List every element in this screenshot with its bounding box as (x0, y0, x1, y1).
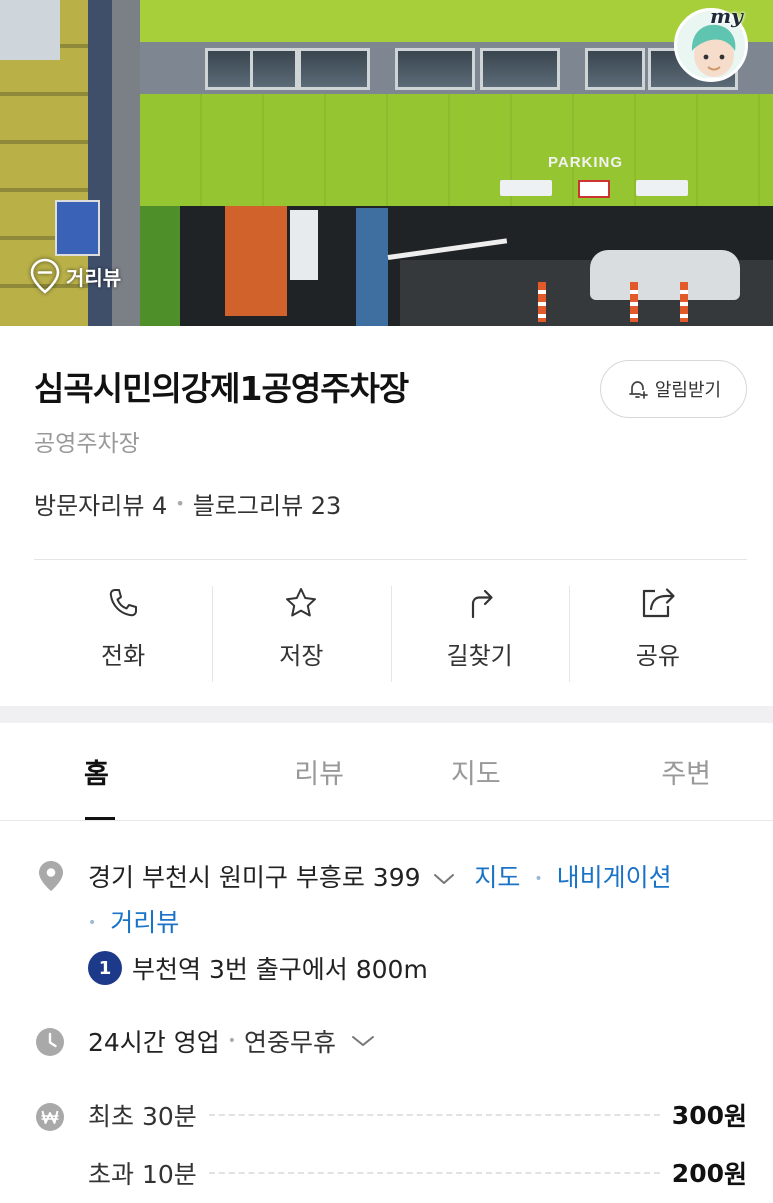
subway-info: 1 부천역 3번 출구에서 800m (88, 950, 428, 986)
phone-icon (109, 589, 138, 617)
photo-window (298, 48, 370, 90)
photo-window (205, 48, 253, 90)
roadview-label: 거리뷰 (66, 265, 122, 290)
directions-button[interactable]: 길찾기 (390, 586, 569, 682)
star-icon (286, 588, 317, 617)
chevron-down-icon[interactable] (432, 871, 456, 887)
photo-window (250, 48, 298, 90)
chevron-down-icon[interactable] (350, 1033, 376, 1049)
photo-window (395, 48, 475, 90)
link-separator: • (534, 870, 543, 887)
fee-row: 초과 10분 200 원 (88, 1155, 747, 1191)
fee-price: 200 (671, 1158, 724, 1188)
photo-sky (0, 0, 60, 60)
review-separator: • (175, 494, 185, 513)
section-divider (34, 559, 747, 560)
blog-reviews-link[interactable]: 블로그리뷰 23 (193, 486, 342, 521)
photo-cone (630, 282, 638, 322)
won-icon (36, 1103, 64, 1131)
address-text: 경기 부천시 원미구 부흥로 399 (88, 863, 421, 892)
place-category: 공영주차장 (34, 431, 140, 457)
fee-price: 300 (671, 1100, 724, 1130)
roadview-link[interactable]: 거리뷰 (110, 908, 179, 937)
link-separator: • (88, 915, 97, 931)
location-pin-icon (39, 861, 63, 891)
save-button[interactable]: 저장 (212, 586, 390, 682)
navigation-link[interactable]: 내비게이션 (557, 863, 672, 892)
fee-unit: 원 (723, 1160, 747, 1189)
review-summary: 방문자리뷰 4 • 블로그리뷰 23 (34, 486, 341, 521)
place-title: 심곡시민의강제1공영주차장 (34, 369, 409, 408)
tab-home[interactable]: 홈 (0, 723, 241, 820)
fee-dotted-leader (208, 1114, 660, 1116)
photo-window (480, 48, 560, 90)
photo-sign-entrance (500, 180, 552, 196)
visitor-reviews-link[interactable]: 방문자리뷰 4 (34, 486, 167, 521)
hours-text: 24시간 영업 (88, 1028, 220, 1057)
fee-unit: 원 (723, 1102, 747, 1131)
photo-window (585, 48, 645, 90)
directions-label: 길찾기 (446, 642, 513, 670)
fee-dotted-leader (208, 1172, 660, 1174)
photo-door-panel (290, 210, 318, 280)
holiday-text: 연중무휴 (244, 1028, 337, 1057)
save-label: 저장 (279, 642, 324, 670)
photo-ticket-pillar (356, 208, 388, 326)
photo-sign-exit (636, 180, 688, 196)
photo-parking-sign: PARKING (548, 154, 624, 171)
share-icon (642, 588, 675, 618)
photo-cone (538, 282, 546, 322)
roadview-pin-icon (30, 258, 60, 294)
subway-line-badge: 1 (88, 951, 122, 985)
tab-reviews[interactable]: 리뷰 (241, 723, 398, 820)
fee-row: 최초 30분 300 원 (88, 1097, 747, 1133)
section-gap (0, 706, 773, 723)
photo-cone (680, 282, 688, 322)
action-bar: 전화 저장 길찾기 공유 (34, 586, 747, 682)
call-label: 전화 (101, 642, 146, 670)
photo-height-sign (578, 180, 610, 198)
tab-bar: 홈 리뷰 지도 주변 (0, 723, 773, 821)
directions-icon (471, 589, 493, 619)
clock-icon (36, 1028, 64, 1056)
alarm-button-label: 알림받기 (654, 380, 722, 401)
street-photo[interactable]: PARKING 거리뷰 my (0, 0, 773, 326)
fee-label: 최초 30분 (88, 1102, 197, 1131)
photo-gate (140, 206, 180, 326)
tab-nearby[interactable]: 주변 (554, 723, 773, 820)
roadview-button[interactable]: 거리뷰 (30, 258, 121, 294)
photo-poster (55, 200, 100, 256)
share-button[interactable]: 공유 (568, 586, 747, 682)
hours-row[interactable]: 24시간 영업 • 연중무휴 (88, 1023, 376, 1059)
alarm-button[interactable]: 알림받기 (600, 360, 747, 418)
hours-separator: • (227, 1033, 237, 1049)
address-block: 경기 부천시 원미구 부흥로 399 지도 • 내비게이션 • 거리뷰 (88, 856, 748, 945)
photo-orange-door (225, 206, 287, 316)
tab-map[interactable]: 지도 (398, 723, 555, 820)
map-link[interactable]: 지도 (474, 863, 520, 892)
photo-car (590, 250, 740, 300)
bell-plus-icon (629, 381, 648, 399)
my-label[interactable]: my (710, 4, 743, 28)
subway-text: 부천역 3번 출구에서 800m (132, 955, 428, 984)
share-label: 공유 (635, 642, 680, 670)
fee-label: 초과 10분 (88, 1160, 197, 1189)
call-button[interactable]: 전화 (34, 586, 212, 682)
